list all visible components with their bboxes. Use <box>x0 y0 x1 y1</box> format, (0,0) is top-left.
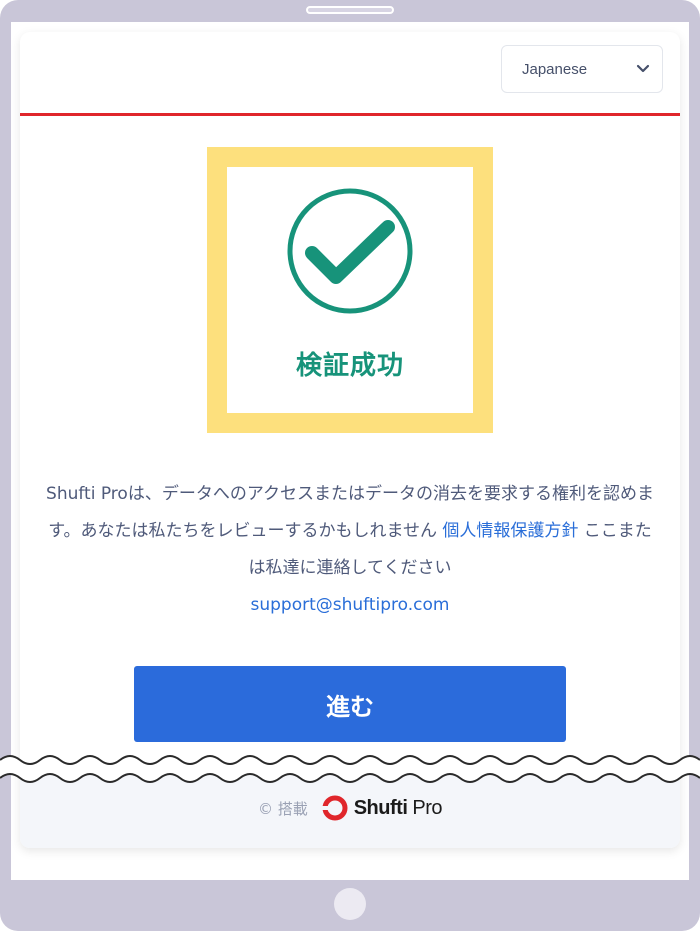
privacy-message: Shufti Proは、データへのアクセスまたはデータの消去を要求する権利を認め… <box>40 476 660 624</box>
device-frame: Japanese 検証成功 Shufti Proは、データへのアクセスまたはデー… <box>0 0 700 931</box>
header-divider <box>20 113 680 116</box>
torn-edge-divider <box>0 755 700 783</box>
language-select-value: Japanese <box>522 60 588 78</box>
check-circle-icon <box>287 188 413 314</box>
language-select[interactable]: Japanese <box>501 45 663 93</box>
brand-name: Shufti Pro <box>353 796 443 820</box>
header: Japanese <box>20 32 680 114</box>
speaker-slot <box>306 6 394 14</box>
proceed-button[interactable]: 進む <box>134 666 566 742</box>
support-email-link[interactable]: support@shuftipro.com <box>40 587 660 624</box>
powered-by-label: © 搭載 <box>257 799 308 818</box>
chevron-down-icon <box>636 64 650 73</box>
verification-card: Japanese 検証成功 Shufti Proは、データへのアクセスまたはデー… <box>20 32 680 848</box>
shufti-pro-logo-icon <box>321 795 348 821</box>
footer: © 搭載 Shufti Pro <box>20 792 680 824</box>
success-box: 検証成功 <box>207 147 493 433</box>
brand-name-shufti: Shufti <box>353 796 408 819</box>
privacy-policy-link[interactable]: 個人情報保護方針 <box>442 521 578 541</box>
success-title: 検証成功 <box>295 351 404 381</box>
home-button <box>334 888 366 920</box>
brand-name-pro: Pro <box>407 796 443 819</box>
